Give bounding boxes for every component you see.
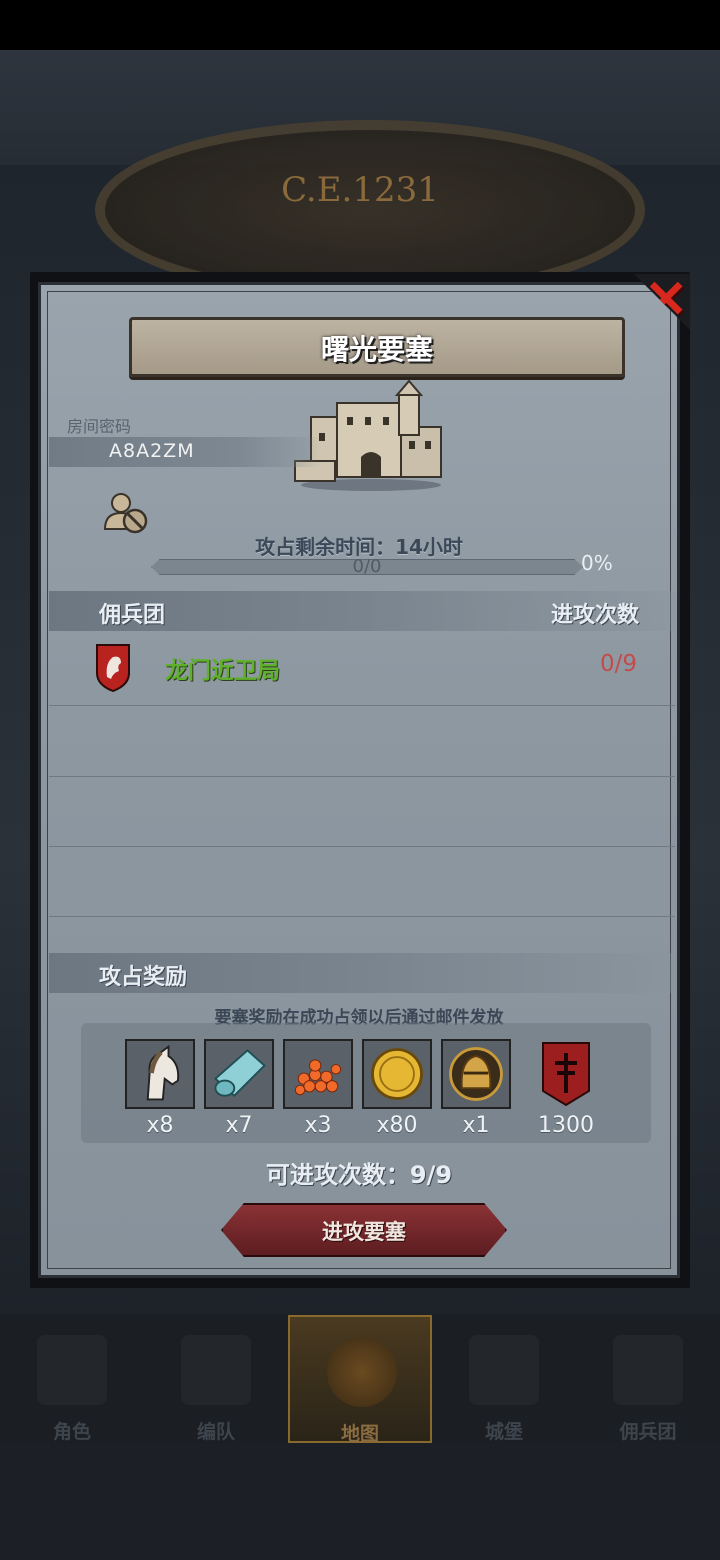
- caviar-icon: [283, 1039, 353, 1109]
- reward-item[interactable]: x3: [281, 1039, 355, 1138]
- reward-qty: x80: [376, 1113, 418, 1138]
- knight-icon: [37, 1335, 107, 1405]
- nav-label: 地图: [340, 1423, 379, 1445]
- title-banner: 曙光要塞: [129, 317, 625, 377]
- reward-header-bar: 攻占奖励: [49, 953, 675, 993]
- nav-item-formation[interactable]: 编队: [144, 1315, 288, 1443]
- reward-qty: x1: [462, 1113, 490, 1138]
- room-code-label: 房间密码: [67, 417, 132, 436]
- horse-icon: [125, 1039, 195, 1109]
- reward-item[interactable]: x1: [439, 1039, 513, 1138]
- nav-item-mercenary[interactable]: 佣兵团: [576, 1315, 720, 1443]
- fortress-modal: 曙光要塞 房间密码 A8A2ZM 攻占剩余时间：14小时 0/0 0% 佣兵团 …: [30, 272, 690, 1288]
- reward-qty: x3: [304, 1113, 332, 1138]
- nav-item-castle[interactable]: 城堡: [432, 1315, 576, 1443]
- guild-attack-count: 0/9: [599, 651, 637, 677]
- mercenary-row-empty: [49, 776, 675, 847]
- reward-qty: 1300: [538, 1113, 594, 1138]
- nav-label: 角色: [52, 1421, 91, 1443]
- bottom-nav: 角色 编队 地图 城堡 佣兵团: [0, 1315, 720, 1445]
- nav-label: 城堡: [484, 1421, 523, 1443]
- mercenary-row-empty: [49, 706, 675, 777]
- mercenary-section-title: 佣兵团: [99, 603, 166, 628]
- attempts-remaining: 可进攻次数：9/9: [265, 1161, 453, 1189]
- reward-item[interactable]: x8: [123, 1039, 197, 1138]
- reward-section-title: 攻占奖励: [99, 965, 188, 990]
- progress-value: 0/0: [352, 556, 382, 577]
- attack-fortress-button[interactable]: 进攻要塞: [221, 1203, 507, 1257]
- nav-label: 编队: [196, 1421, 235, 1443]
- rewards-box: x8 x7 x3 x80 x1 1300: [81, 1023, 651, 1143]
- knight-helmet-icon: [441, 1039, 511, 1109]
- bottom-background: [0, 1443, 720, 1560]
- castle-icon: [294, 379, 442, 491]
- mercenary-row[interactable]: 龙门近卫局 0/9: [49, 635, 675, 706]
- mercenary-row-empty: [49, 846, 675, 917]
- formation-icon: [181, 1335, 251, 1405]
- modal-title: 曙光要塞: [320, 333, 433, 366]
- occupation-progress-bar: 0/0: [151, 559, 583, 575]
- reward-item[interactable]: 1300: [529, 1039, 603, 1138]
- era-text: C.E.1231: [281, 170, 439, 210]
- mercenary-icon: [613, 1335, 683, 1405]
- reward-qty: x8: [146, 1113, 174, 1138]
- reward-item[interactable]: x7: [202, 1039, 276, 1138]
- castle-icon: [469, 1335, 539, 1405]
- nav-item-character[interactable]: 角色: [0, 1315, 144, 1443]
- attack-button-label: 进攻要塞: [322, 1220, 406, 1244]
- gold-coin-icon: [362, 1039, 432, 1109]
- modal-panel: 曙光要塞 房间密码 A8A2ZM 攻占剩余时间：14小时 0/0 0% 佣兵团 …: [38, 282, 680, 1278]
- guild-name: 龙门近卫局: [165, 658, 280, 684]
- reward-item[interactable]: x80: [360, 1039, 434, 1138]
- map-icon: [327, 1337, 397, 1407]
- mercenary-header-bar: 佣兵团 进攻次数: [49, 591, 675, 631]
- wolf-shield-icon: [96, 644, 130, 693]
- reward-qty: x7: [225, 1113, 253, 1138]
- attack-count-header: 进攻次数: [550, 603, 639, 628]
- cloth-roll-icon: [204, 1039, 274, 1109]
- status-bar: [0, 0, 720, 50]
- guild-banner-icon: [542, 1042, 590, 1107]
- nav-item-map[interactable]: 地图: [288, 1315, 432, 1445]
- nav-label: 佣兵团: [619, 1421, 677, 1443]
- room-code: A8A2ZM: [109, 440, 195, 462]
- block-user-icon[interactable]: [101, 491, 151, 535]
- progress-percent: 0%: [581, 551, 613, 575]
